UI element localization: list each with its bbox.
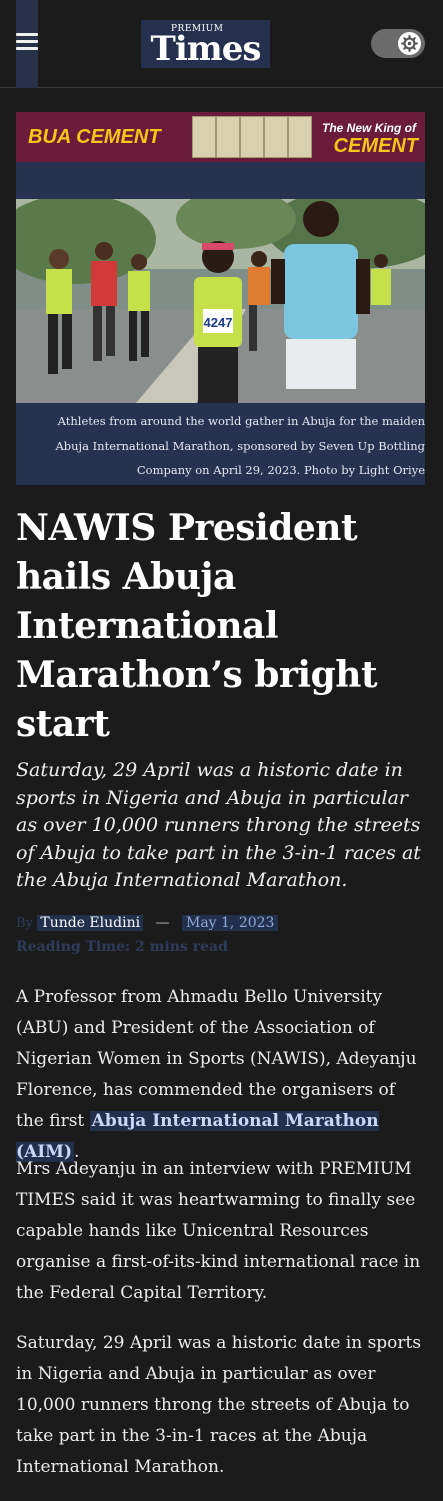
byline-separator: — [155,915,170,931]
article-paragraph-2: Mrs Adeyanju in an interview with PREMIU… [16,1159,421,1303]
ad-tagline-top: The New King of [322,121,416,135]
cement-bags-image [192,116,314,158]
article-paragraph-1: A Professor from Ahmadu Bello University… [16,982,428,1168]
ad-tagline-bottom: CEMENT [333,135,418,157]
article-headline: NAWIS President hails Abuja Internationa… [16,507,378,745]
paragraph-text: A Professor from Ahmadu Bello University… [16,987,417,1131]
site-logo[interactable]: PREMIUM Times [141,20,270,68]
race-bib-number: 4247 [204,315,233,330]
by-label: By [16,916,33,931]
article-byline: By Tunde Eludini — May 1, 2023 [16,913,426,934]
article-summary: Saturday, 29 April was a historic date i… [16,759,421,891]
publish-date[interactable]: May 1, 2023 [181,915,279,931]
top-navigation-bar: PREMIUM Times [0,0,443,88]
image-caption: Athletes from around the world gather in… [55,414,425,477]
ad-brand-text: BUA CEMENT [28,126,161,148]
advertisement-banner[interactable]: BUA CEMENT The New King of CEMENT [16,112,425,162]
marathon-runners-photo: 4247 [16,199,425,403]
gear-icon [401,35,418,52]
author-link[interactable]: Tunde Eludini [37,915,144,931]
hamburger-icon[interactable] [16,33,38,51]
featured-image-figure: 4247 Athletes from around the world gath… [16,162,425,485]
dark-mode-toggle[interactable] [371,29,425,58]
article-paragraph-3: Saturday, 29 April was a historic date i… [16,1333,422,1477]
logo-wordmark: Times [150,29,262,69]
reading-time: Reading Time: 2 mins read [16,939,228,955]
toggle-knob [398,32,421,55]
